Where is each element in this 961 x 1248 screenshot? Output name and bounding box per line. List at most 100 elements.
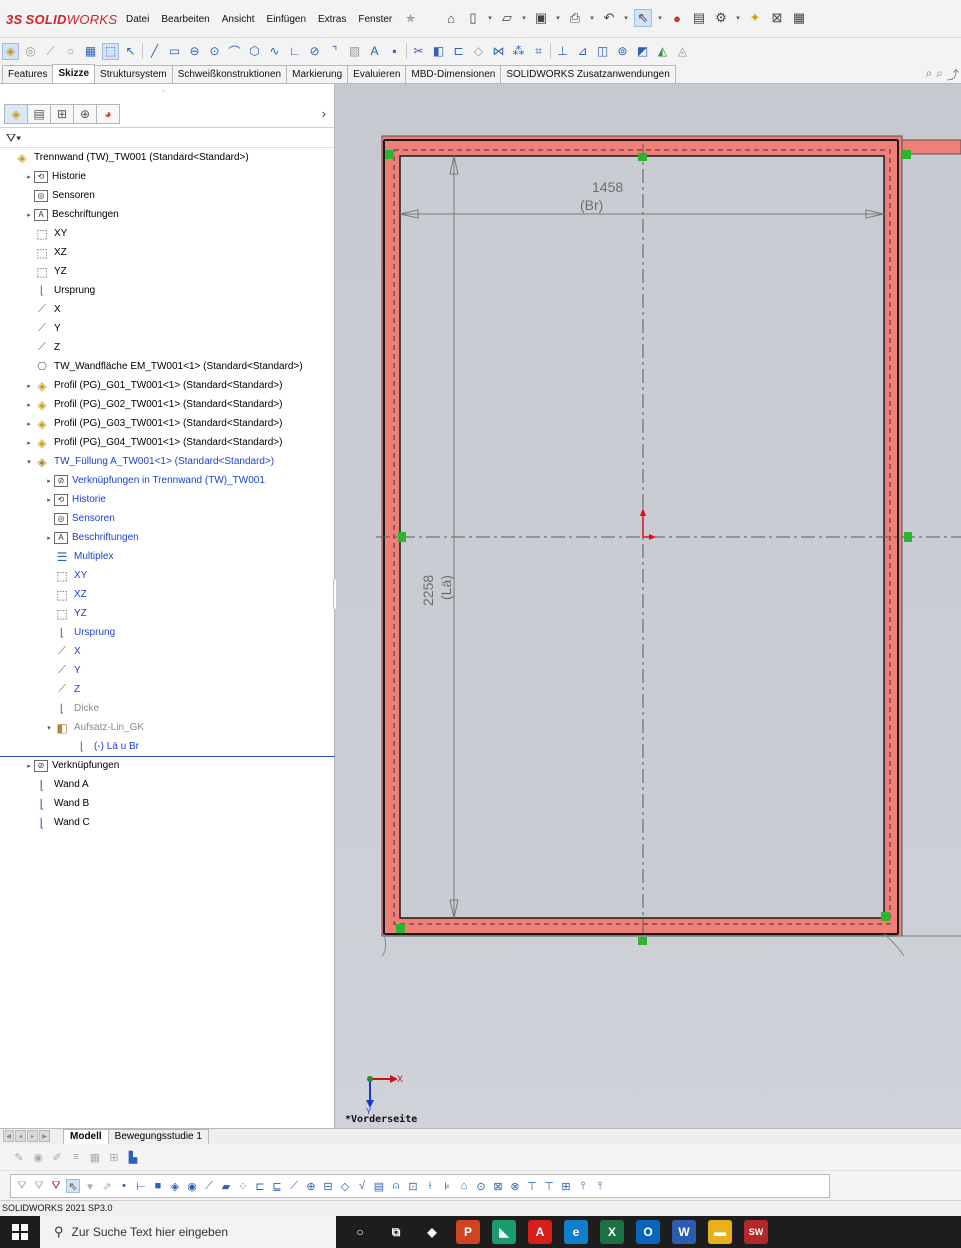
- line-icon[interactable]: ╱: [146, 43, 163, 60]
- edge-icon[interactable]: e: [564, 1220, 588, 1244]
- list-icon[interactable]: ≡: [69, 1150, 83, 1164]
- check-sketch-icon[interactable]: ◭: [654, 43, 671, 60]
- tab-skizze[interactable]: Skizze: [52, 64, 96, 83]
- tree-item[interactable]: ▸ ◈ Profil (PG)_G04_TW001<1> (Standard<Sta…: [0, 433, 334, 452]
- undo-icon[interactable]: ↶: [600, 9, 618, 27]
- edit-component-icon[interactable]: ◈: [2, 42, 19, 60]
- tree-item[interactable]: ⌊ Dicke: [0, 699, 334, 718]
- cortana-icon[interactable]: ○: [348, 1220, 372, 1244]
- options-dropdown-icon[interactable]: ▾: [734, 14, 742, 22]
- filter-balloons-icon[interactable]: ⍝: [389, 1179, 403, 1193]
- filter-hole-icon[interactable]: ⊙: [474, 1179, 488, 1193]
- tree-item[interactable]: ⎔ TW_Wandfläche EM_TW001<1> (Standard<Sta…: [0, 357, 334, 376]
- filter-axes-icon[interactable]: ⟋: [202, 1179, 216, 1193]
- exit-sketch-icon[interactable]: ↖: [122, 43, 139, 60]
- tree-icon[interactable]: ⊞: [107, 1150, 121, 1164]
- filter-midpoints-icon[interactable]: ⟋: [287, 1179, 301, 1193]
- rectangle-icon[interactable]: ▭: [166, 43, 183, 60]
- instant2d-icon[interactable]: ⊚: [614, 43, 631, 60]
- select-icon[interactable]: ⇖: [634, 9, 652, 27]
- chart-icon[interactable]: ▙: [126, 1150, 140, 1164]
- tree-item[interactable]: ⬚ XZ: [0, 585, 334, 604]
- traffic-light-icon[interactable]: ●: [668, 9, 686, 27]
- tree-item[interactable]: ▸ A Beschriftungen: [0, 205, 334, 224]
- tab-markierung[interactable]: Markierung: [286, 65, 349, 83]
- sketch-picture-icon[interactable]: ▧: [346, 43, 363, 60]
- filter-edges-icon[interactable]: ⊢: [134, 1179, 148, 1193]
- offset-icon[interactable]: ⌝: [326, 43, 343, 60]
- tab-zusatzanwendungen[interactable]: SOLIDWORKS Zusatzanwendungen: [500, 65, 676, 83]
- sketch-canvas[interactable]: 1458 (Br) 2258 (Lä) X Y: [336, 84, 961, 1128]
- eraser-icon[interactable]: ✎: [12, 1150, 26, 1164]
- panel-expand-icon[interactable]: ›: [322, 106, 326, 121]
- featuremanager-tab-icon[interactable]: ◈: [4, 104, 28, 124]
- filter-off-icon[interactable]: ⛛: [15, 1179, 29, 1193]
- filter-bodies-icon[interactable]: ◉: [185, 1179, 199, 1193]
- more-tools-icon[interactable]: ◬: [674, 43, 691, 60]
- home-icon[interactable]: ⌂: [442, 9, 460, 27]
- tree-item[interactable]: ⟋ Y: [0, 661, 334, 680]
- text-icon[interactable]: A: [366, 43, 383, 60]
- zoom-area-icon[interactable]: ⌕: [936, 66, 943, 83]
- rapid-sketch-icon[interactable]: ◫: [594, 43, 611, 60]
- propertymanager-tab-icon[interactable]: ▤: [27, 104, 51, 124]
- expand-arrow-icon[interactable]: ▸: [44, 496, 54, 504]
- zoom-to-fit-icon[interactable]: ⌕: [926, 66, 933, 83]
- circle-grey-icon[interactable]: ○: [62, 43, 79, 60]
- menu-einfuegen[interactable]: Einfügen: [261, 14, 312, 25]
- filter-icon[interactable]: ⛛▾: [0, 128, 334, 148]
- move-entities-icon[interactable]: ◇: [470, 43, 487, 60]
- expand-arrow-icon[interactable]: ▾: [24, 458, 34, 466]
- tree-item[interactable]: ⌊ Ursprung: [0, 623, 334, 642]
- file-explorer-icon[interactable]: ▬: [708, 1220, 732, 1244]
- tree-item[interactable]: ⬚ XY: [0, 224, 334, 243]
- expand-arrow-icon[interactable]: ▸: [24, 439, 34, 447]
- circle-icon[interactable]: ⊙: [206, 43, 223, 60]
- task-view-icon[interactable]: ⧉: [384, 1220, 408, 1244]
- trim-icon[interactable]: ✂: [410, 43, 427, 60]
- point-icon[interactable]: ▪: [386, 43, 403, 60]
- previous-view-icon[interactable]: ⤴: [947, 66, 959, 83]
- expand-arrow-icon[interactable]: ▸: [24, 382, 34, 390]
- table-icon[interactable]: ▦: [88, 1150, 102, 1164]
- expand-arrow-icon[interactable]: ▸: [24, 420, 34, 428]
- expand-arrow-icon[interactable]: ▸: [44, 534, 54, 542]
- dimxpert-tab-icon[interactable]: ⊕: [73, 104, 97, 124]
- tree-item[interactable]: ⟋ X: [0, 642, 334, 661]
- tree-item[interactable]: ▸ ◈ Profil (PG)_G03_TW001<1> (Standard<Sta…: [0, 414, 334, 433]
- undo-dropdown-icon[interactable]: ▾: [622, 14, 630, 22]
- expand-arrow-icon[interactable]: ▸: [24, 401, 34, 409]
- tab-evaluieren[interactable]: Evaluieren: [347, 65, 407, 83]
- pin-icon[interactable]: ✯: [406, 12, 415, 25]
- excel-icon[interactable]: X: [600, 1220, 624, 1244]
- close-doc-icon[interactable]: ⊠: [768, 9, 786, 27]
- tree-item[interactable]: ▸ A Beschriftungen: [0, 528, 334, 547]
- menu-fenster[interactable]: Fenster: [352, 14, 398, 25]
- tree-item[interactable]: ▾ ◈ TW_Füllung A_TW001<1> (Standard<Standa…: [0, 452, 334, 471]
- tree-item[interactable]: ▸ ⊘ Verknüpfungen: [0, 756, 334, 775]
- tree-item[interactable]: ⬚ YZ: [0, 604, 334, 623]
- add-relation-icon[interactable]: ⊥: [554, 43, 571, 60]
- line-grey-icon[interactable]: ⟋: [42, 43, 59, 60]
- outlook-icon[interactable]: O: [636, 1220, 660, 1244]
- first-tab-icon[interactable]: ◀: [3, 1130, 14, 1142]
- tree-item[interactable]: ⟋ Z: [0, 338, 334, 357]
- panel-collapse-handle[interactable]: ◦: [162, 86, 165, 95]
- smart-dimension-icon[interactable]: ◎: [22, 43, 39, 60]
- polygon-icon[interactable]: ⬡: [246, 43, 263, 60]
- acrobat-icon[interactable]: A: [528, 1220, 552, 1244]
- shaded-contours-icon[interactable]: ◩: [634, 43, 651, 60]
- tree-item[interactable]: ▸ ⊘ Verknüpfungen in Trennwand (TW)_TW001: [0, 471, 334, 490]
- powerpoint-icon[interactable]: P: [456, 1220, 480, 1244]
- word-icon[interactable]: W: [672, 1220, 696, 1244]
- tab-mbd-dimensionen[interactable]: MBD-Dimensionen: [405, 65, 502, 83]
- file-properties-icon[interactable]: ▤: [690, 9, 708, 27]
- arc-icon[interactable]: ⌒: [226, 43, 243, 60]
- tree-item[interactable]: ⌊ Ursprung: [0, 281, 334, 300]
- expand-arrow-icon[interactable]: ▸: [24, 211, 34, 219]
- filter-faces-icon[interactable]: ■: [151, 1179, 165, 1193]
- expand-arrow-icon[interactable]: ▾: [44, 724, 54, 732]
- menu-ansicht[interactable]: Ansicht: [216, 14, 261, 25]
- fillet-icon[interactable]: ∟: [286, 43, 303, 60]
- tree-item[interactable]: ▸ ⟲ Historie: [0, 490, 334, 509]
